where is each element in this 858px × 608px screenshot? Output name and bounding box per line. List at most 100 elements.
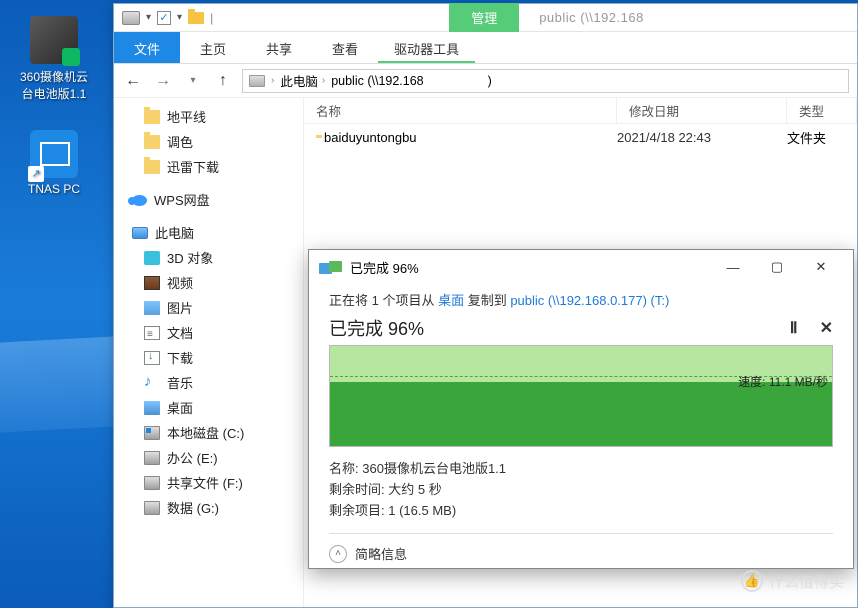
copy-description: 正在将 1 个项目从 桌面 复制到 public (\\192.168.0.17… <box>329 290 833 309</box>
column-header-name[interactable]: 名称 <box>304 98 617 123</box>
drive-icon <box>144 451 160 465</box>
address-bar[interactable]: › 此电脑 › public (\\192.168) <box>242 69 849 93</box>
threed-icon <box>144 251 160 265</box>
speed-indicator: 速度: 11.1 MB/秒 <box>738 373 828 390</box>
tree-item[interactable]: 图片 <box>114 295 303 320</box>
desktop-shortcut-360[interactable]: 360摄像机云台电池版1.1 <box>14 16 94 102</box>
tree-item-label: 本地磁盘 (C:) <box>167 423 244 442</box>
tree-item[interactable]: 地平线 <box>114 104 303 129</box>
file-type: 文件夹 <box>787 128 857 147</box>
qat-dropdown-icon[interactable]: ▾ <box>177 12 182 23</box>
copy-dest-link[interactable]: public (\\192.168.0.177) (T:) <box>510 293 669 308</box>
nav-up-button[interactable]: ↑ <box>212 70 234 92</box>
tree-item[interactable]: 音乐 <box>114 370 303 395</box>
tree-item[interactable]: 3D 对象 <box>114 245 303 270</box>
drive-icon <box>144 501 160 515</box>
breadcrumb-this-pc[interactable]: 此电脑 › <box>280 71 325 90</box>
dialog-title: 已完成 96% <box>350 258 419 277</box>
tree-item-label: 数据 (G:) <box>167 498 219 517</box>
manage-contextual-tab[interactable]: 管理 <box>449 3 519 32</box>
window-title: public (\\192.168 <box>539 10 644 25</box>
tab-home[interactable]: 主页 <box>180 32 246 63</box>
tree-item-label: 此电脑 <box>155 223 194 242</box>
desktop-icon-label: TNAS PC <box>14 182 94 196</box>
tree-item[interactable]: 调色 <box>114 129 303 154</box>
folder-icon <box>144 160 160 174</box>
maximize-button[interactable]: ▢ <box>755 253 799 281</box>
tree-item[interactable]: 此电脑 <box>114 220 303 245</box>
tree-item[interactable]: 共享文件 (F:) <box>114 470 303 495</box>
tree-item-label: 音乐 <box>167 373 193 392</box>
cloud-icon <box>132 195 147 206</box>
chevron-right-icon[interactable]: › <box>271 75 274 86</box>
tree-item-label: 文档 <box>167 323 193 342</box>
nav-recent-dropdown[interactable]: ▾ <box>182 70 204 92</box>
tab-drive-tools[interactable]: 驱动器工具 <box>378 32 475 63</box>
tree-item[interactable]: 迅雷下载 <box>114 154 303 179</box>
column-header-type[interactable]: 类型 <box>787 98 857 123</box>
tab-view[interactable]: 查看 <box>312 32 378 63</box>
tree-item[interactable]: 桌面 <box>114 395 303 420</box>
tree-item-label: 视频 <box>167 273 193 292</box>
folder-icon <box>188 12 204 24</box>
close-button[interactable]: ✕ <box>799 253 843 281</box>
desktop-shortcut-tnas[interactable]: TNAS PC <box>14 130 94 196</box>
desktop-i-icon <box>144 401 160 415</box>
pause-button[interactable]: Ⅱ <box>790 318 798 338</box>
tree-item[interactable]: 本地磁盘 (C:) <box>114 420 303 445</box>
tree-item-label: 图片 <box>167 298 193 317</box>
drive-icon <box>144 476 160 490</box>
title-bar: ▾ ✓ ▾ | 管理 public (\\192.168 <box>114 4 857 32</box>
transfer-speed-graph: 速度: 11.1 MB/秒 <box>329 345 833 447</box>
tree-item-label: 3D 对象 <box>167 248 213 267</box>
copy-source-link[interactable]: 桌面 <box>438 293 464 308</box>
brief-info-toggle[interactable]: ˄ 简略信息 <box>329 533 833 563</box>
drive-icon <box>144 426 160 440</box>
tab-share[interactable]: 共享 <box>246 32 312 63</box>
download-icon <box>144 351 160 365</box>
checkbox-toggle-icon[interactable]: ✓ <box>157 11 171 25</box>
thumbs-up-icon: 👍 <box>741 570 763 592</box>
cancel-button[interactable]: ✕ <box>820 318 833 338</box>
folder-icon <box>144 135 160 149</box>
music-icon <box>144 376 160 390</box>
tab-file[interactable]: 文件 <box>114 32 180 63</box>
pc-icon <box>132 227 148 239</box>
file-row[interactable]: baiduyuntongbu 2021/4/18 22:43 文件夹 <box>304 124 857 151</box>
drive-icon <box>122 11 140 25</box>
tree-item[interactable]: WPS网盘 <box>114 187 303 212</box>
tree-item-label: 桌面 <box>167 398 193 417</box>
folder-icon <box>144 110 160 124</box>
copy-operation-icon <box>319 261 342 274</box>
nav-forward-button[interactable]: → <box>152 70 174 92</box>
tree-item-label: 共享文件 (F:) <box>167 473 243 492</box>
tnas-app-icon <box>30 130 78 178</box>
navigation-tree: 地平线调色迅雷下载 WPS网盘此电脑 3D 对象视频图片文档下载音乐桌面本地磁盘 (… <box>114 98 304 607</box>
minimize-button[interactable]: — <box>711 253 755 281</box>
dialog-title-bar[interactable]: 已完成 96% — ▢ ✕ <box>309 250 853 284</box>
watermark: 👍 什么值得买 <box>741 570 844 592</box>
nav-back-button[interactable]: ← <box>122 70 144 92</box>
tree-item[interactable]: 文档 <box>114 320 303 345</box>
breadcrumb-location[interactable]: public (\\192.168) <box>331 74 492 88</box>
tree-item[interactable]: 数据 (G:) <box>114 495 303 520</box>
column-header-date[interactable]: 修改日期 <box>617 98 787 123</box>
qat-dropdown-icon[interactable]: ▾ <box>146 12 151 23</box>
tree-item-label: 迅雷下载 <box>167 157 219 176</box>
ribbon-tabs: 文件 主页 共享 查看 驱动器工具 <box>114 32 857 64</box>
desktop-background: 360摄像机云台电池版1.1 TNAS PC ▾ ✓ ▾ | 管理 public… <box>0 0 858 608</box>
column-headers: 名称 修改日期 类型 <box>304 98 857 124</box>
tree-item[interactable]: 办公 (E:) <box>114 445 303 470</box>
copy-progress-dialog: 已完成 96% — ▢ ✕ 正在将 1 个项目从 桌面 复制到 public (… <box>308 249 854 569</box>
tree-item[interactable]: 视频 <box>114 270 303 295</box>
desktop-icon-label: 360摄像机云台电池版1.1 <box>14 68 94 102</box>
video-file-icon <box>30 16 78 64</box>
tree-item-label: WPS网盘 <box>154 190 210 209</box>
tree-item[interactable]: 下载 <box>114 345 303 370</box>
file-name: baiduyuntongbu <box>324 130 417 145</box>
video-icon <box>144 276 160 290</box>
file-date: 2021/4/18 22:43 <box>617 130 787 145</box>
tree-item-label: 地平线 <box>167 107 206 126</box>
drive-icon <box>249 75 265 87</box>
image-icon <box>144 301 160 315</box>
